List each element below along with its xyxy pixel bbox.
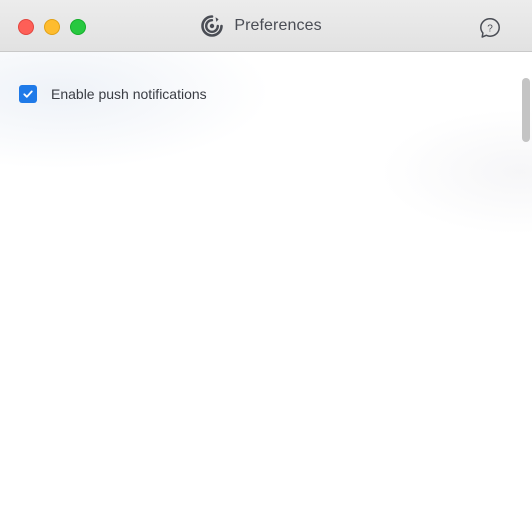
help-button[interactable]: ? bbox=[478, 16, 502, 40]
checkmark-icon bbox=[23, 90, 33, 98]
title-bar[interactable]: Preferences ? bbox=[0, 0, 532, 52]
app-logo-icon bbox=[200, 14, 224, 38]
scrollbar-thumb[interactable] bbox=[522, 78, 530, 142]
window-title: Preferences bbox=[234, 17, 322, 34]
zoom-button[interactable] bbox=[70, 19, 86, 35]
svg-text:?: ? bbox=[487, 24, 493, 35]
push-notifications-checkbox[interactable] bbox=[19, 85, 37, 103]
help-question-icon: ? bbox=[480, 18, 500, 38]
push-notifications-setting[interactable]: Enable push notifications bbox=[19, 85, 207, 103]
push-notifications-label: Enable push notifications bbox=[51, 86, 207, 102]
minimize-button[interactable] bbox=[44, 19, 60, 35]
close-button[interactable] bbox=[18, 19, 34, 35]
preferences-content: Enable push notifications bbox=[0, 52, 532, 520]
preferences-window: Preferences ? Enable push notifications bbox=[0, 0, 532, 520]
